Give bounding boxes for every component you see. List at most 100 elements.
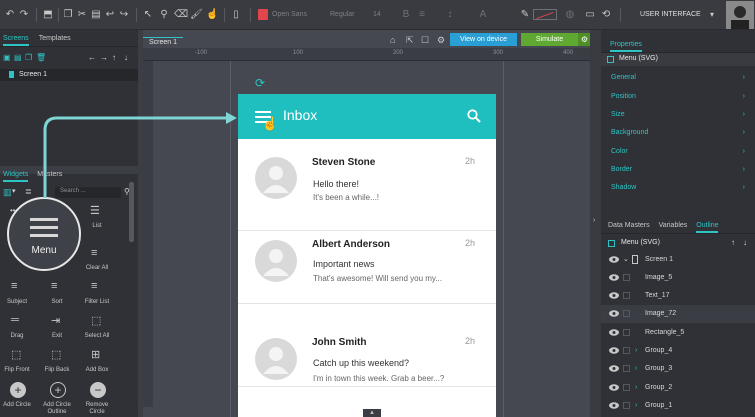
outline-item[interactable]: Image_72 xyxy=(601,305,755,323)
lock-checkbox[interactable] xyxy=(623,329,630,336)
stroke-color-swatch[interactable] xyxy=(533,9,557,20)
clear-all-icon[interactable]: ≡ xyxy=(91,247,105,261)
library-dropdown-icon[interactable]: ▾ xyxy=(12,187,16,195)
tab-properties[interactable]: Properties xyxy=(610,36,642,52)
redo-arrow-icon[interactable]: ↪ xyxy=(118,9,130,21)
paste-icon[interactable]: ▤ xyxy=(90,9,102,21)
collapse-bottom-icon[interactable]: ▴ xyxy=(363,409,381,417)
link-icon[interactable]: ⚲ xyxy=(158,9,170,21)
widget-library-icon[interactable]: ▥ xyxy=(3,187,12,198)
simulate-button[interactable]: Simulate xyxy=(521,33,578,46)
arrow-right-icon[interactable]: → xyxy=(100,53,108,62)
user-avatar[interactable] xyxy=(726,1,754,29)
outline-item[interactable]: › Group_3 xyxy=(601,360,755,378)
property-section[interactable]: Position › xyxy=(601,87,755,106)
chevron-right-icon[interactable]: › xyxy=(635,342,637,360)
align-icon[interactable]: ≡ xyxy=(416,9,428,21)
select-all-icon[interactable]: ⬚ xyxy=(91,314,105,328)
add-circle-icon[interactable]: + xyxy=(10,382,26,398)
chevron-down-icon[interactable]: ⌄ xyxy=(623,251,629,269)
flip-front-icon[interactable]: ⬚ xyxy=(11,348,25,362)
property-section[interactable]: Border › xyxy=(601,160,755,179)
share-icon[interactable]: ⇱ xyxy=(406,35,414,46)
lock-checkbox[interactable] xyxy=(623,292,630,299)
subject-icon[interactable]: ≡ xyxy=(11,280,25,294)
mode-dropdown-icon[interactable]: ▾ xyxy=(710,9,714,21)
arrow-up-icon[interactable]: ↑ xyxy=(731,238,735,247)
cut-icon[interactable]: ✂ xyxy=(76,9,88,21)
arrow-up-icon[interactable]: ↑ xyxy=(112,53,116,62)
outline-item[interactable]: › Group_2 xyxy=(601,379,755,397)
bold-icon[interactable]: B xyxy=(400,9,412,21)
tab-data-masters[interactable]: Data Masters xyxy=(608,218,650,233)
lock-checkbox[interactable] xyxy=(623,384,630,391)
eye-icon[interactable] xyxy=(609,256,619,263)
eye-icon[interactable] xyxy=(609,310,619,317)
property-section[interactable]: Background › xyxy=(601,123,755,142)
outline-item[interactable]: › Group_1 xyxy=(601,397,755,417)
undo-arrow-icon[interactable]: ↩ xyxy=(104,9,116,21)
tab-variables[interactable]: Variables xyxy=(659,218,688,233)
opacity-icon[interactable]: ◍ xyxy=(564,9,576,21)
undo-icon[interactable]: ↶ xyxy=(4,9,16,21)
view-on-device-button[interactable]: View on device xyxy=(450,33,517,46)
exit-icon[interactable]: ⇥ xyxy=(51,314,65,328)
eye-icon[interactable] xyxy=(609,347,619,354)
tab-templates[interactable]: Templates xyxy=(39,30,71,46)
device-icon[interactable]: ▯ xyxy=(230,9,242,21)
eye-icon[interactable] xyxy=(609,384,619,391)
filter-list-icon[interactable]: ≡ xyxy=(91,280,105,294)
sort-icon[interactable]: ≡ xyxy=(51,280,65,294)
add-circle-outline-icon[interactable]: + xyxy=(50,382,66,398)
property-section[interactable]: Shadow › xyxy=(601,178,755,197)
font-weight-select[interactable]: Regular xyxy=(330,8,355,22)
add-box-icon[interactable]: ⊞ xyxy=(91,348,105,362)
arrow-left-icon[interactable]: ← xyxy=(88,53,96,62)
message-item[interactable]: Steven Stone 2h Hello there! It's been a… xyxy=(238,139,496,231)
list-view-icon[interactable]: ≣ xyxy=(25,187,32,196)
collapse-right-icon[interactable]: › xyxy=(593,217,595,224)
hand-icon[interactable]: ☝ xyxy=(206,9,218,21)
chevron-right-icon[interactable]: › xyxy=(635,360,637,378)
eyedropper-icon[interactable]: ✎ xyxy=(519,9,531,21)
lock-checkbox[interactable] xyxy=(623,310,630,317)
letter-spacing-icon[interactable]: A xyxy=(477,9,489,21)
lock-checkbox[interactable] xyxy=(623,347,630,354)
outline-item[interactable]: ⌄ Screen 1 xyxy=(601,251,755,269)
rotate-icon[interactable]: ⟲ xyxy=(600,9,612,21)
arrow-down-icon[interactable]: ↓ xyxy=(124,53,128,62)
font-size-select[interactable]: 14 xyxy=(373,8,381,22)
property-section[interactable]: General › xyxy=(601,68,755,87)
mode-label[interactable]: USER INTERFACE xyxy=(640,9,701,21)
screen-list-item[interactable]: Screen 1 xyxy=(0,69,138,81)
eye-icon[interactable] xyxy=(609,292,619,299)
lock-checkbox[interactable] xyxy=(623,365,630,372)
tab-outline[interactable]: Outline xyxy=(696,218,719,233)
eye-icon[interactable] xyxy=(609,365,619,372)
property-section[interactable]: Size › xyxy=(601,105,755,124)
eye-icon[interactable] xyxy=(609,274,619,281)
arrow-down-icon[interactable]: ↓ xyxy=(743,238,747,247)
format-painter-icon[interactable]: 🖌 xyxy=(190,9,203,21)
import-icon[interactable]: ⬒ xyxy=(42,9,54,21)
list-icon[interactable]: ☰ xyxy=(90,204,104,218)
redo-icon[interactable]: ↷ xyxy=(18,9,30,21)
lock-checkbox[interactable] xyxy=(623,402,630,409)
outline-item[interactable]: Image_5 xyxy=(601,269,755,287)
lock-checkbox[interactable] xyxy=(623,274,630,281)
chevron-right-icon[interactable]: › xyxy=(635,397,637,415)
tab-screens[interactable]: Screens xyxy=(3,30,29,46)
outline-item[interactable]: Rectangle_5 xyxy=(601,324,755,342)
remove-circle-icon[interactable]: − xyxy=(90,382,106,398)
comment-icon[interactable]: ☐ xyxy=(421,35,429,46)
duplicate-icon[interactable]: ❐ xyxy=(25,53,32,62)
message-item[interactable]: Albert Anderson 2h Important news That's… xyxy=(238,231,496,304)
tab-widgets[interactable]: Widgets xyxy=(3,168,29,182)
chevron-right-icon[interactable]: › xyxy=(635,379,637,397)
eye-icon[interactable] xyxy=(609,329,619,336)
shadow-icon[interactable]: ▭ xyxy=(584,9,596,21)
property-section[interactable]: Color › xyxy=(601,142,755,161)
search-icon[interactable] xyxy=(467,109,481,123)
add-screen-icon[interactable]: ▣ xyxy=(3,53,11,62)
delete-icon[interactable]: 🗑 xyxy=(36,53,46,62)
